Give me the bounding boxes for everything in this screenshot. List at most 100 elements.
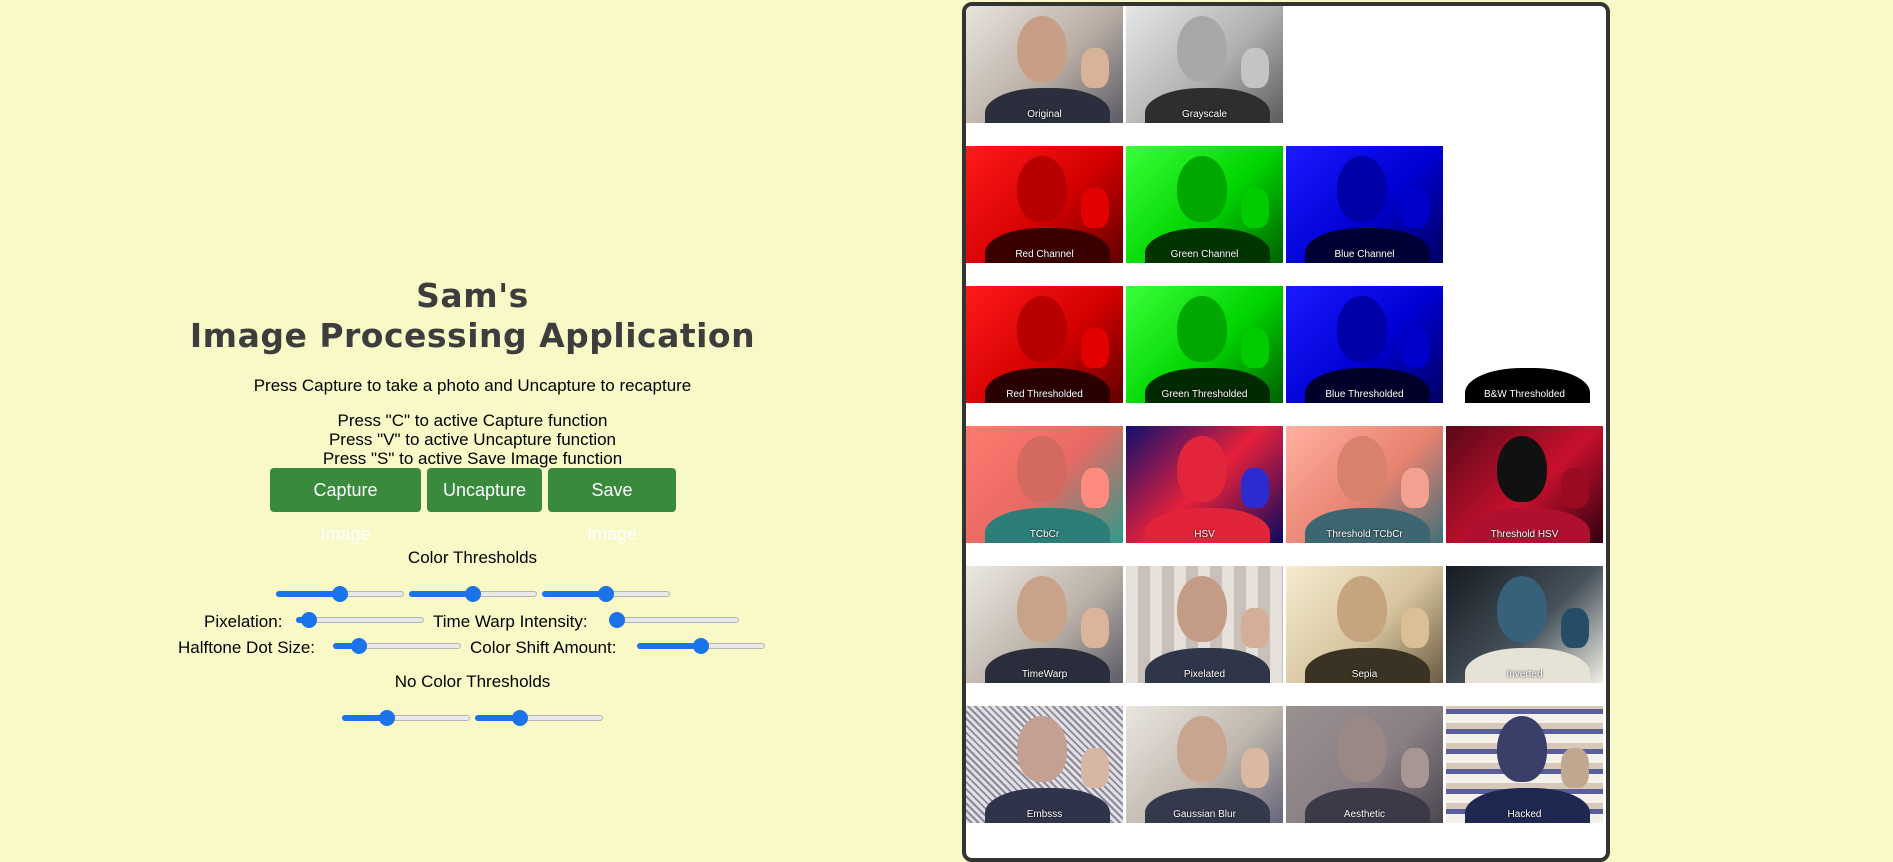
filter-tile-tcbcr: TCbCr: [966, 426, 1123, 543]
filter-image: [1126, 706, 1283, 823]
no-color-thresholds-label: No Color Thresholds: [394, 672, 551, 691]
filter-caption: Threshold HSV: [1490, 529, 1559, 540]
filter-caption: Red Channel: [1015, 249, 1074, 260]
filter-tile-green-thresholded: Green Thresholded: [1126, 286, 1283, 403]
filter-image: [1126, 146, 1283, 263]
filter-caption: Blue Channel: [1334, 249, 1395, 260]
slider-thumb[interactable]: [693, 638, 709, 654]
filter-tile-gaussian-blur: Gaussian Blur: [1126, 706, 1283, 823]
filter-image: [966, 286, 1123, 403]
filter-image: [1286, 706, 1443, 823]
instructions-key-c: Press "C" to active Capture function: [337, 411, 608, 430]
filter-tile-hsv: HSV: [1126, 426, 1283, 543]
save-image-button[interactable]: Save Image: [548, 468, 676, 544]
filter-image: [1286, 146, 1443, 263]
filter-caption: B&W Thresholded: [1484, 389, 1565, 400]
filter-caption: Hacked: [1507, 809, 1542, 820]
slider-thumb[interactable]: [598, 586, 614, 602]
filter-caption: Inverted: [1506, 669, 1543, 680]
filter-tile-aesthetic: Aesthetic: [1286, 706, 1443, 823]
pixelation-slider[interactable]: [296, 612, 424, 628]
page-title: Sam's Image Processing Application: [0, 276, 945, 356]
filter-tile-threshold-hsv: Threshold HSV: [1446, 426, 1603, 543]
gallery-panel: Original Grayscale Red Channel Green Channe…: [962, 2, 1610, 862]
instructions-key-v: Press "V" to active Uncapture function: [328, 430, 617, 449]
filter-tile-hacked: Hacked: [1446, 706, 1603, 823]
filter-tile-blue-thresholded: Blue Thresholded: [1286, 286, 1443, 403]
controls-panel: Sam's Image Processing Application Press…: [0, 0, 945, 843]
filter-caption: Red Thresholded: [1006, 389, 1083, 400]
filter-caption: Pixelated: [1183, 669, 1226, 680]
slider-thumb[interactable]: [609, 612, 626, 628]
filter-image: [966, 146, 1123, 263]
slider-thumb[interactable]: [465, 586, 481, 602]
filter-caption: Aesthetic: [1343, 809, 1386, 820]
filter-caption: Green Channel: [1170, 249, 1239, 260]
color-shift-slider[interactable]: [637, 638, 765, 654]
filter-tile-red-channel: Red Channel: [966, 146, 1123, 263]
slider-thumb[interactable]: [350, 638, 367, 654]
filter-tile-inverted: Inverted: [1446, 566, 1603, 683]
filter-tile-threshold-tcbcr: Threshold TCbCr: [1286, 426, 1443, 543]
halftone-slider[interactable]: [333, 638, 461, 654]
filter-image: [1126, 426, 1283, 543]
filter-image: [966, 426, 1123, 543]
filter-image: [1446, 706, 1603, 823]
filter-tile-blue-channel: Blue Channel: [1286, 146, 1443, 263]
filter-image: [1126, 566, 1283, 683]
filter-tile-embsss: Embsss: [966, 706, 1123, 823]
filter-image: [966, 706, 1123, 823]
color-threshold-slider-3[interactable]: [542, 586, 670, 602]
time-warp-label: Time Warp Intensity:: [433, 612, 588, 631]
filter-image: [1446, 566, 1603, 683]
filter-image: [1286, 286, 1443, 403]
filter-tile-grayscale: Grayscale: [1126, 6, 1283, 123]
filter-image: [966, 6, 1123, 123]
button-row: Capture Image Uncapture Save Image: [270, 468, 676, 544]
filter-tile-original: Original: [966, 6, 1123, 123]
filter-image: [1126, 6, 1283, 123]
filter-caption: Threshold TCbCr: [1326, 529, 1403, 540]
instructions-key-s: Press "S" to active Save Image function: [322, 449, 623, 468]
filter-caption: Embsss: [1026, 809, 1063, 820]
uncapture-button[interactable]: Uncapture: [427, 468, 542, 512]
filter-tile-red-thresholded: Red Thresholded: [966, 286, 1123, 403]
time-warp-slider[interactable]: [609, 612, 739, 628]
filter-image: [1286, 566, 1443, 683]
title-line1: Sam's: [416, 276, 529, 315]
slider-thumb[interactable]: [300, 612, 317, 628]
filter-caption: Sepia: [1351, 669, 1378, 680]
filter-tile-green-channel: Green Channel: [1126, 146, 1283, 263]
slider-thumb[interactable]: [378, 710, 395, 726]
filter-tile-pixelated: Pixelated: [1126, 566, 1283, 683]
pixelation-label: Pixelation:: [204, 612, 283, 631]
filter-image: [1446, 426, 1603, 543]
filter-caption: TimeWarp: [1021, 669, 1068, 680]
filter-caption: Green Thresholded: [1161, 389, 1248, 400]
color-threshold-slider-1[interactable]: [276, 586, 404, 602]
filter-tile-bandw-thresholded: B&W Thresholded: [1446, 286, 1603, 403]
no-color-threshold-slider-2[interactable]: [475, 710, 603, 726]
no-color-threshold-slider-1[interactable]: [342, 710, 470, 726]
color-shift-label: Color Shift Amount:: [470, 638, 617, 657]
capture-button[interactable]: Capture Image: [270, 468, 421, 544]
halftone-label: Halftone Dot Size:: [178, 638, 316, 657]
filter-caption: HSV: [1194, 529, 1215, 540]
slider-thumb[interactable]: [332, 586, 348, 602]
filter-caption: Grayscale: [1181, 109, 1227, 120]
filter-caption: Blue Thresholded: [1325, 389, 1404, 400]
filter-caption: TCbCr: [1029, 529, 1060, 540]
color-threshold-slider-2[interactable]: [409, 586, 537, 602]
instructions-main: Press Capture to take a photo and Uncapt…: [253, 376, 692, 395]
filter-image: [1126, 286, 1283, 403]
filter-image: [1286, 426, 1443, 543]
filter-tile-sepia: Sepia: [1286, 566, 1443, 683]
title-line2: Image Processing Application: [189, 316, 756, 355]
filter-tile-timewarp: TimeWarp: [966, 566, 1123, 683]
slider-thumb[interactable]: [511, 710, 528, 726]
filter-caption: Original: [1027, 109, 1062, 120]
filter-image: [1446, 286, 1603, 403]
filter-image: [966, 566, 1123, 683]
color-thresholds-label: Color Thresholds: [407, 548, 538, 567]
filter-caption: Gaussian Blur: [1173, 809, 1236, 820]
